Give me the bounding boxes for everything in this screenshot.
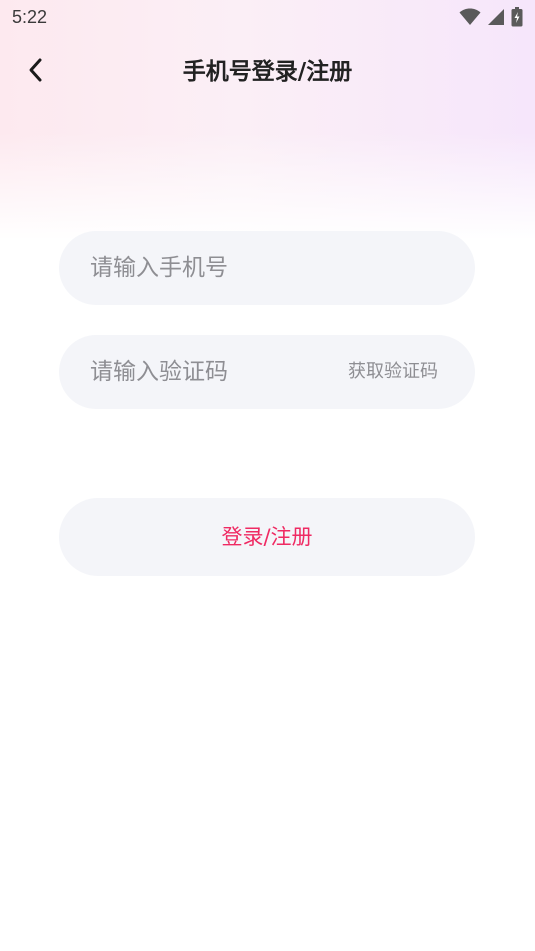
wifi-icon xyxy=(459,8,481,26)
page-title: 手机号登录/注册 xyxy=(182,59,353,85)
nav-bar: 手机号登录/注册 xyxy=(0,48,535,96)
verification-code-field: 获取验证码 xyxy=(59,335,475,409)
login-register-button[interactable]: 登录/注册 xyxy=(59,498,475,576)
header-gradient-background xyxy=(0,0,535,240)
status-icons xyxy=(459,7,523,27)
status-time: 5:22 xyxy=(12,6,48,27)
phone-input[interactable] xyxy=(90,231,450,305)
login-screen: 5:22 手机号登录/注册 请输入手机号 请输入验证码 获取验证码 登录/注册 xyxy=(0,0,535,951)
verification-code-input[interactable] xyxy=(90,335,320,409)
phone-field xyxy=(59,231,475,305)
get-code-button[interactable]: 获取验证码 xyxy=(348,335,438,409)
status-bar: 5:22 xyxy=(0,0,535,36)
battery-charging-icon xyxy=(511,7,523,27)
cell-signal-icon xyxy=(487,8,505,26)
